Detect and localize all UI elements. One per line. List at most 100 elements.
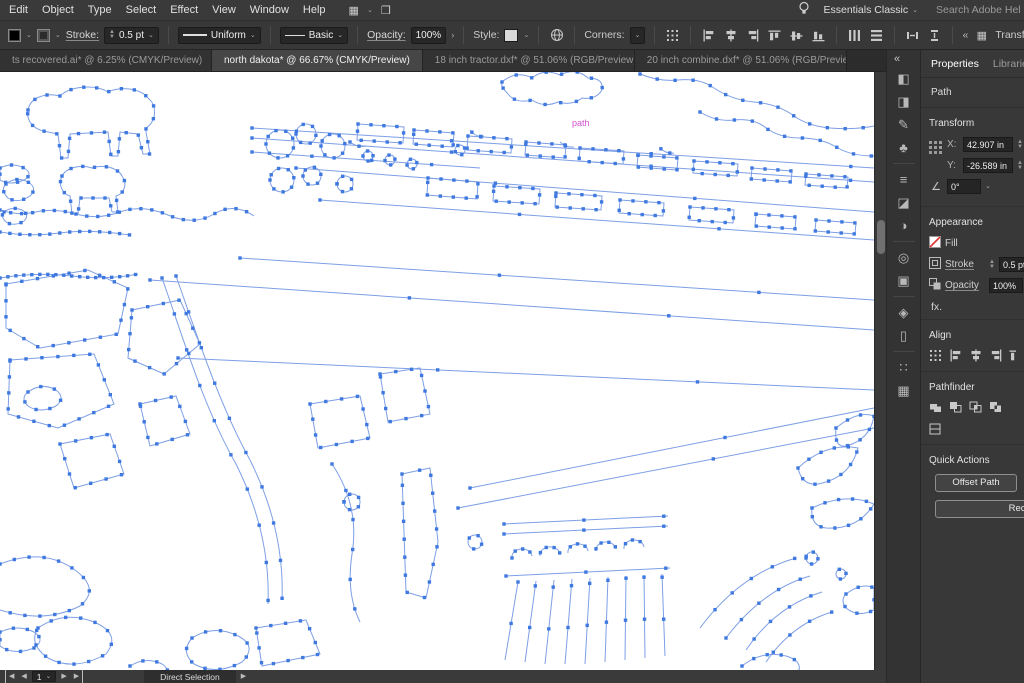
align-horizontal-left-icon[interactable]	[700, 28, 717, 43]
collapse-panels-icon[interactable]: «	[887, 50, 907, 67]
reference-point-locator[interactable]	[929, 141, 942, 154]
align-vertical-top-icon[interactable]	[766, 28, 783, 43]
graphic-style-swatch[interactable]	[504, 28, 519, 42]
vector-artwork[interactable]: path	[0, 72, 874, 670]
stroke-panel-link[interactable]: Stroke:	[66, 29, 99, 41]
search-input[interactable]: Search Adobe Help	[932, 4, 1020, 16]
stroke-value-field[interactable]: 0.5 pt	[998, 257, 1024, 272]
y-position-field[interactable]: -26.589 in	[963, 158, 1013, 173]
align-horizontal-center-icon[interactable]	[722, 28, 739, 43]
appearance-icon[interactable]: ◎	[898, 246, 909, 269]
status-bar-menu-arrow-icon[interactable]: ▶	[239, 670, 248, 683]
last-artboard-button[interactable]: ▶	[72, 670, 84, 683]
transparency-icon[interactable]: ◑	[900, 214, 908, 237]
canvas-vertical-scrollbar[interactable]	[874, 72, 886, 670]
fill-swatch-chevron-icon[interactable]: ⌄	[26, 32, 32, 39]
menu-select[interactable]: Select	[119, 0, 164, 20]
color-icon[interactable]: ◧	[897, 67, 909, 90]
align-to-grid-icon[interactable]	[664, 28, 681, 43]
pathfinder-expand-icon[interactable]	[929, 423, 942, 438]
stroke-color-swatch[interactable]	[36, 28, 50, 42]
tab-libraries[interactable]: Libraries	[993, 58, 1024, 70]
fill-none-swatch[interactable]	[929, 236, 941, 251]
pathfinder-panel-icon[interactable]: ▦	[897, 379, 909, 402]
symbols-icon[interactable]: ♣	[899, 136, 908, 159]
style-chevron-icon[interactable]: ⌄	[523, 32, 529, 39]
corners-field[interactable]: ⌄	[629, 26, 646, 44]
document-tab-north-dakota[interactable]: north dakota* @ 66.67% (CMYK/Preview)	[212, 50, 423, 71]
opacity-panel-link[interactable]: Opacity:	[367, 29, 406, 41]
stroke-label-link[interactable]: Stroke	[945, 259, 985, 270]
gradient-icon[interactable]: ◪	[897, 191, 909, 214]
document-window-icon[interactable]: ❒	[381, 4, 391, 17]
menu-edit[interactable]: Edit	[2, 0, 35, 20]
next-artboard-button[interactable]: ▶	[59, 670, 68, 683]
align-to-selection-icon[interactable]	[929, 349, 942, 365]
rotation-dropdown-chevron-icon[interactable]: ⌄	[985, 183, 991, 190]
arrange-documents-chevron-icon[interactable]: ⌄	[367, 7, 373, 14]
workspace-switcher[interactable]: Essentials Classic ⌄	[824, 4, 919, 16]
menu-type[interactable]: Type	[81, 0, 119, 20]
opacity-label-link[interactable]: Opacity	[945, 280, 985, 291]
distribute-horizontal-icon[interactable]	[846, 28, 863, 43]
x-position-field[interactable]: 42.907 in	[963, 137, 1013, 152]
artboard-canvas[interactable]: path	[0, 72, 874, 670]
document-tab-combine[interactable]: 20 inch combine.dxf* @ 51.06% (RGB/Previ…	[634, 50, 847, 71]
x-stepper[interactable]: ▲ ▼	[1017, 139, 1023, 150]
arrange-documents-icon[interactable]: ▦	[349, 4, 359, 17]
stroke-swatch-chevron-icon[interactable]: ⌄	[55, 32, 61, 39]
variable-width-profile-dropdown[interactable]: Uniform ⌄	[177, 26, 261, 44]
transform-panel-link[interactable]: Transform	[995, 29, 1024, 41]
recolor-button[interactable]: Recolor	[935, 500, 1024, 518]
stroke-weight-chevron-icon[interactable]: ⌄	[148, 32, 154, 39]
align-vertical-bottom-icon[interactable]	[810, 28, 827, 43]
pathfinder-intersect-icon[interactable]	[969, 401, 982, 416]
stroke-weight-stepper[interactable]: ▲ ▼	[109, 29, 115, 40]
fill-color-swatch[interactable]	[8, 28, 21, 42]
vertical-scrollbar-thumb[interactable]	[877, 220, 885, 254]
y-stepper[interactable]: ▲ ▼	[1017, 160, 1023, 171]
menu-window[interactable]: Window	[243, 0, 296, 20]
align-center-icon[interactable]	[969, 349, 982, 365]
menu-object[interactable]: Object	[35, 0, 81, 20]
rotation-angle-field[interactable]: 0°	[947, 179, 981, 194]
align-right-icon[interactable]	[989, 349, 1002, 365]
brush-definition-dropdown[interactable]: Basic ⌄	[279, 26, 349, 44]
menu-effect[interactable]: Effect	[163, 0, 205, 20]
pathfinder-unite-icon[interactable]	[929, 401, 942, 416]
layers-icon[interactable]: ◈	[899, 301, 909, 324]
align-horizontal-right-icon[interactable]	[744, 28, 761, 43]
artboard-number-field[interactable]: 1 ⌄	[31, 671, 57, 682]
tab-properties[interactable]: Properties	[931, 58, 979, 70]
effects-fx-button[interactable]: fx.	[929, 299, 1016, 313]
align-left-icon[interactable]	[949, 349, 962, 365]
collapse-control-icon[interactable]: «	[962, 29, 968, 41]
align-top-icon[interactable]	[1009, 349, 1016, 365]
document-setup-globe-icon[interactable]	[548, 28, 565, 43]
align-vertical-center-icon[interactable]	[788, 28, 805, 43]
pathfinder-exclude-icon[interactable]	[989, 401, 1002, 416]
first-artboard-button[interactable]: ◀	[5, 670, 16, 683]
stroke-swatch[interactable]	[929, 257, 941, 272]
graphic-styles-icon[interactable]: ▣	[897, 269, 909, 292]
opacity-field[interactable]: 100%	[410, 26, 447, 44]
stroke-value-stepper[interactable]: ▲ ▼	[989, 259, 995, 270]
menu-view[interactable]: View	[205, 0, 243, 20]
previous-artboard-button[interactable]: ◀	[19, 670, 28, 683]
offset-path-button[interactable]: Offset Path	[935, 474, 1017, 492]
stroke-icon[interactable]: ≡	[900, 168, 908, 191]
pathfinder-minus-front-icon[interactable]	[949, 401, 962, 416]
distribute-spacing-vertical-icon[interactable]	[926, 28, 943, 43]
artboards-icon[interactable]: ▯	[900, 324, 907, 347]
menu-help[interactable]: Help	[296, 0, 333, 20]
opacity-chevron-icon[interactable]: ›	[451, 30, 454, 40]
lightbulb-icon[interactable]	[798, 1, 810, 20]
stroke-weight-field[interactable]: ▲ ▼ 0.5 pt ⌄	[104, 26, 159, 44]
opacity-value-field[interactable]: 100%	[989, 278, 1023, 293]
align-panel-icon[interactable]: ∷	[899, 356, 907, 379]
color-guide-icon[interactable]: ◨	[897, 90, 909, 113]
distribute-vertical-icon[interactable]	[868, 28, 885, 43]
distribute-spacing-horizontal-icon[interactable]	[904, 28, 921, 43]
document-tab-tractor[interactable]: 18 inch tractor.dxf* @ 51.06% (RGB/Previ…	[422, 50, 635, 71]
brushes-icon[interactable]: ✎	[898, 113, 909, 136]
